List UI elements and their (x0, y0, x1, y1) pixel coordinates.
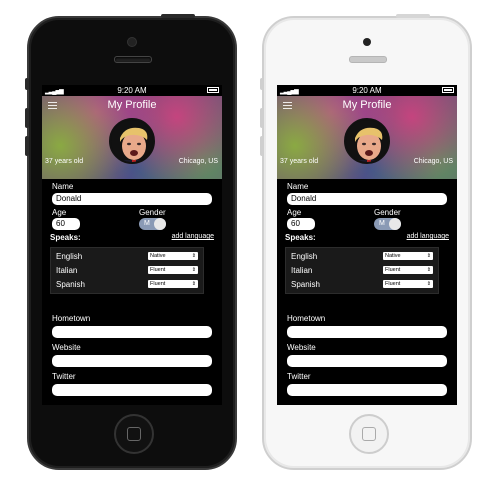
website-label: Website (287, 343, 316, 352)
profile-header: My Profile 37 years old Chicago, US (42, 96, 222, 179)
gender-toggle[interactable]: M (374, 218, 401, 230)
language-list: English Native ⇕ Italian Fluent ⇕ Spanish … (285, 247, 439, 294)
status-bar: ▂▃▄▅▆ 9:20 AM (277, 85, 457, 96)
twitter-input[interactable] (52, 384, 212, 396)
screen: ▂▃▄▅▆ 9:20 AM My Profile 37 years old Ch… (42, 85, 222, 405)
language-name: Spanish (291, 280, 320, 289)
add-language-link[interactable]: add language (172, 233, 214, 240)
status-time: 9:20 AM (352, 86, 382, 95)
speaks-label: Speaks: (285, 233, 316, 242)
age-input[interactable]: 60 (52, 218, 80, 230)
status-bar: ▂▃▄▅▆ 9:20 AM (42, 85, 222, 96)
twitter-label: Twitter (52, 372, 76, 381)
home-button-icon[interactable] (349, 414, 389, 454)
phone-black: ▂▃▄▅▆ 9:20 AM My Profile 37 years old Ch… (25, 14, 237, 470)
toggle-knob (389, 218, 401, 230)
language-list: English Native ⇕ Italian Fluent ⇕ Spanish … (50, 247, 204, 294)
toggle-knob (154, 218, 166, 230)
list-item: Spanish Fluent ⇕ (56, 278, 198, 291)
power-button (396, 14, 430, 18)
page-title: My Profile (107, 99, 157, 111)
language-name: English (291, 252, 318, 261)
age-summary: 37 years old (45, 158, 84, 165)
earpiece-speaker (114, 56, 152, 63)
mute-switch (260, 78, 264, 90)
age-summary: 37 years old (280, 158, 319, 165)
gender-toggle[interactable]: M (139, 218, 166, 230)
website-input[interactable] (52, 355, 212, 367)
name-label: Name (52, 182, 74, 191)
profile-form: Name Donald Age 60 Gender M Speaks: add … (42, 179, 222, 405)
profile-header: My Profile 37 years old Chicago, US (277, 96, 457, 179)
volume-down-button (260, 136, 264, 156)
level-select[interactable]: Fluent ⇕ (148, 280, 198, 288)
level-select[interactable]: Native ⇕ (383, 252, 433, 260)
list-item: Spanish Fluent ⇕ (291, 278, 433, 291)
gender-value: M (379, 220, 385, 227)
front-camera (128, 38, 136, 46)
phone-white: ▂▃▄▅▆ 9:20 AM My Profile 37 years old Ch… (260, 14, 472, 470)
hometown-label: Hometown (52, 314, 91, 323)
hometown-input[interactable] (52, 326, 212, 338)
language-name: Italian (56, 266, 78, 275)
website-label: Website (52, 343, 81, 352)
page-title: My Profile (342, 99, 392, 111)
chevron-updown-icon: ⇕ (191, 253, 196, 259)
age-label: Age (287, 208, 302, 217)
twitter-label: Twitter (287, 372, 311, 381)
hometown-input[interactable] (287, 326, 447, 338)
age-input[interactable]: 60 (287, 218, 315, 230)
location: Chicago, US (178, 158, 218, 165)
twitter-input[interactable] (287, 384, 447, 396)
chevron-updown-icon: ⇕ (426, 253, 431, 259)
language-name: English (56, 252, 83, 261)
chevron-updown-icon: ⇕ (191, 267, 196, 273)
list-item: English Native ⇕ (56, 250, 198, 263)
gender-label: Gender (374, 208, 401, 217)
name-input[interactable]: Donald (52, 193, 212, 205)
name-input[interactable]: Donald (287, 193, 447, 205)
gender-label: Gender (139, 208, 166, 217)
age-label: Age (52, 208, 67, 217)
status-time: 9:20 AM (117, 86, 147, 95)
mute-switch (25, 78, 29, 90)
list-item: English Native ⇕ (291, 250, 433, 263)
avatar[interactable] (109, 118, 155, 164)
location: Chicago, US (413, 158, 453, 165)
profile-form: Name Donald Age 60 Gender M Speaks: add … (277, 179, 457, 405)
chevron-updown-icon: ⇕ (426, 281, 431, 287)
hometown-label: Hometown (287, 314, 326, 323)
home-button-icon[interactable] (114, 414, 154, 454)
level-select[interactable]: Native ⇕ (148, 252, 198, 260)
speaks-label: Speaks: (50, 233, 81, 242)
website-input[interactable] (287, 355, 447, 367)
level-select[interactable]: Fluent ⇕ (383, 266, 433, 274)
chevron-updown-icon: ⇕ (426, 267, 431, 273)
avatar[interactable] (344, 118, 390, 164)
battery-icon (207, 87, 219, 93)
chevron-updown-icon: ⇕ (191, 281, 196, 287)
volume-up-button (260, 108, 264, 128)
level-select[interactable]: Fluent ⇕ (148, 266, 198, 274)
volume-down-button (25, 136, 29, 156)
battery-icon (442, 87, 454, 93)
level-select[interactable]: Fluent ⇕ (383, 280, 433, 288)
name-label: Name (287, 182, 309, 191)
power-button (161, 14, 195, 18)
gender-value: M (144, 220, 150, 227)
volume-up-button (25, 108, 29, 128)
add-language-link[interactable]: add language (407, 233, 449, 240)
list-item: Italian Fluent ⇕ (291, 264, 433, 277)
language-name: Spanish (56, 280, 85, 289)
language-name: Italian (291, 266, 313, 275)
front-camera (363, 38, 371, 46)
screen: ▂▃▄▅▆ 9:20 AM My Profile 37 years old Ch… (277, 85, 457, 405)
list-item: Italian Fluent ⇕ (56, 264, 198, 277)
earpiece-speaker (349, 56, 387, 63)
